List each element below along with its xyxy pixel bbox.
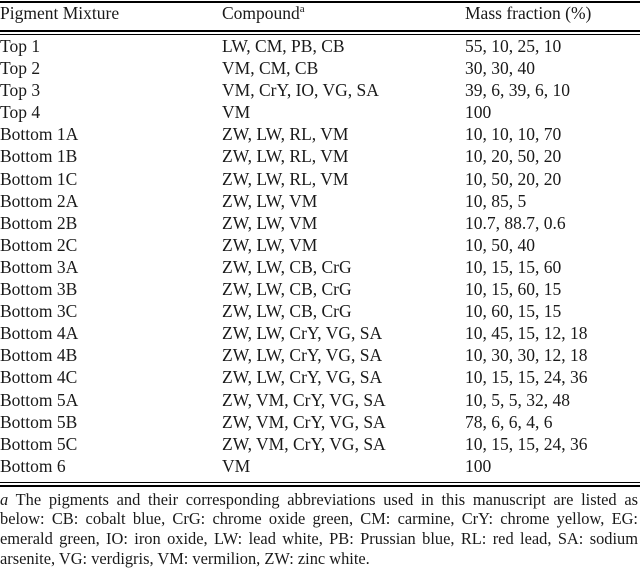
table-row: Top 1 LW, CM, PB, CB 55, 10, 25, 10 [0,35,640,59]
cell-mass: 10, 50, 20, 20 [465,168,562,189]
table-row: Bottom 5B ZW, VM, CrY, VG, SA 78, 6, 6, 4,… [0,413,640,435]
table-row: Bottom 2A ZW, LW, VM 10, 85, 5 [0,192,640,214]
column-header-pigment-mixture-label: Pigment Mixture [0,3,120,23]
table-row: Bottom 2B ZW, LW, VM 10.7, 88.7, 0.6 [0,214,640,236]
cell-compound: ZW, VM, CrY, VG, SA [222,411,386,432]
cell-mixture: Bottom 2A [0,190,79,211]
cell-mixture: Bottom 1C [0,168,78,189]
cell-compound: ZW, LW, CrY, VG, SA [222,367,383,388]
table-row: Bottom 4B ZW, LW, CrY, VG, SA 10, 30, 30, … [0,346,640,368]
cell-mixture: Bottom 4A [0,323,79,344]
table-row: Bottom 1C ZW, LW, RL, VM 10, 50, 20, 20 [0,170,640,192]
cell-mass: 10, 10, 10, 70 [465,124,562,145]
cell-mixture: Top 1 [0,36,41,56]
table-row: Top 4 VM 100 [0,103,640,125]
cell-mixture: Bottom 2C [0,234,78,255]
cell-mass: 10, 50, 40 [465,234,535,255]
cell-compound: ZW, LW, VM [222,212,318,233]
cell-compound: ZW, LW, VM [222,190,318,211]
cell-mixture: Bottom 3A [0,256,79,277]
cell-compound: ZW, LW, CrY, VG, SA [222,345,383,366]
cell-mass: 100 [465,455,492,476]
cell-mass: 10, 20, 50, 20 [465,146,562,167]
cell-mixture: Top 3 [0,80,41,101]
cell-mass: 10, 45, 15, 12, 18 [465,323,588,344]
table-footnote: a The pigments and their corresponding a… [0,490,638,568]
cell-mixture: Bottom 4C [0,367,78,388]
cell-compound: ZW, LW, VM [222,234,318,255]
table-header: Pigment Mixture Compounda Mass fraction … [0,3,640,30]
cell-compound: ZW, LW, CB, CrG [222,279,352,300]
cell-compound: ZW, LW, RL, VM [222,146,349,167]
cell-compound: ZW, VM, CrY, VG, SA [222,389,386,410]
column-header-pigment-mixture: Pigment Mixture [0,3,222,30]
cell-mixture: Bottom 3B [0,279,78,300]
cell-mass: 39, 6, 39, 6, 10 [465,80,570,101]
cell-mass: 10, 15, 60, 15 [465,279,562,300]
footnote-letter: a [0,489,9,509]
pigment-mixture-table: Pigment Mixture Compounda Mass fraction … [0,3,640,30]
cell-mixture: Bottom 1B [0,146,78,167]
cell-mixture: Bottom 3C [0,301,78,322]
cell-mixture: Bottom 5A [0,389,79,410]
table-row: Bottom 1A ZW, LW, RL, VM 10, 10, 10, 70 [0,125,640,147]
cell-compound: ZW, LW, CB, CrG [222,301,352,322]
table-row: Bottom 3A ZW, LW, CB, CrG 10, 15, 15, 60 [0,258,640,280]
column-header-compound: Compounda [222,3,465,30]
cell-mass: 100 [465,102,492,123]
cell-mass: 10, 15, 15, 24, 36 [465,433,588,454]
footnote-text: The pigments and their corresponding abb… [0,489,638,568]
table-row: Top 3 VM, CrY, IO, VG, SA 39, 6, 39, 6, 10 [0,81,640,103]
cell-mass: 10, 60, 15, 15 [465,301,562,322]
table-body: Top 1 LW, CM, PB, CB 55, 10, 25, 10 Top 2 VM… [0,35,640,482]
cell-mass: 30, 30, 40 [465,58,535,79]
table-header-row: Pigment Mixture Compounda Mass fraction … [0,3,640,30]
footnote-marker-superscript: a [299,3,305,16]
cell-compound: VM [222,455,251,476]
cell-compound: ZW, VM, CrY, VG, SA [222,433,386,454]
cell-compound: ZW, LW, CB, CrG [222,256,352,277]
pigment-mixture-table-figure: Pigment Mixture Compounda Mass fraction … [0,1,640,581]
cell-mass: 10, 15, 15, 24, 36 [465,367,588,388]
cell-mixture: Bottom 5B [0,411,78,432]
table-row: Bottom 5A ZW, VM, CrY, VG, SA 10, 5, 5, 32… [0,391,640,413]
column-header-compound-label: Compound [222,3,300,23]
bottom-rule-lower [0,484,640,487]
column-header-mass-fraction: Mass fraction (%) [465,3,640,30]
table-row: Bottom 3B ZW, LW, CB, CrG 10, 15, 60, 15 [0,280,640,302]
table-row: Bottom 6 VM 100 [0,457,640,482]
table-row: Bottom 3C ZW, LW, CB, CrG 10, 60, 15, 15 [0,302,640,324]
table-row: Top 2 VM, CM, CB 30, 30, 40 [0,59,640,81]
table-row: Bottom 5C ZW, VM, CrY, VG, SA 10, 15, 15, … [0,435,640,457]
cell-compound: VM, CM, CB [222,58,319,79]
table-row: Bottom 4A ZW, LW, CrY, VG, SA 10, 45, 15, … [0,324,640,346]
cell-mixture: Bottom 2B [0,212,78,233]
cell-mass: 10, 5, 5, 32, 48 [465,389,570,410]
cell-mass: 55, 10, 25, 10 [465,36,562,56]
cell-mass: 10.7, 88.7, 0.6 [465,212,566,233]
cell-mixture: Bottom 6 [0,455,66,476]
cell-compound: ZW, LW, CrY, VG, SA [222,323,383,344]
pigment-mixture-table-body: Top 1 LW, CM, PB, CB 55, 10, 25, 10 Top 2 VM… [0,35,640,482]
cell-mixture: Bottom 5C [0,433,78,454]
cell-compound: VM [222,102,251,123]
cell-mass: 78, 6, 6, 4, 6 [465,411,553,432]
cell-mixture: Top 2 [0,58,41,79]
table-row: Bottom 4C ZW, LW, CrY, VG, SA 10, 15, 15, … [0,368,640,390]
cell-mixture: Bottom 1A [0,124,79,145]
cell-mass: 10, 30, 30, 12, 18 [465,345,588,366]
cell-compound: ZW, LW, RL, VM [222,124,349,145]
cell-mass: 10, 85, 5 [465,190,527,211]
cell-compound: ZW, LW, RL, VM [222,168,349,189]
cell-compound: VM, CrY, IO, VG, SA [222,80,379,101]
cell-mixture: Bottom 4B [0,345,78,366]
table-row: Bottom 2C ZW, LW, VM 10, 50, 40 [0,236,640,258]
cell-mixture: Top 4 [0,102,41,123]
column-header-mass-fraction-label: Mass fraction (%) [465,3,592,23]
cell-mass: 10, 15, 15, 60 [465,256,562,277]
table-row: Bottom 1B ZW, LW, RL, VM 10, 20, 50, 20 [0,147,640,169]
cell-compound: LW, CM, PB, CB [222,36,345,56]
